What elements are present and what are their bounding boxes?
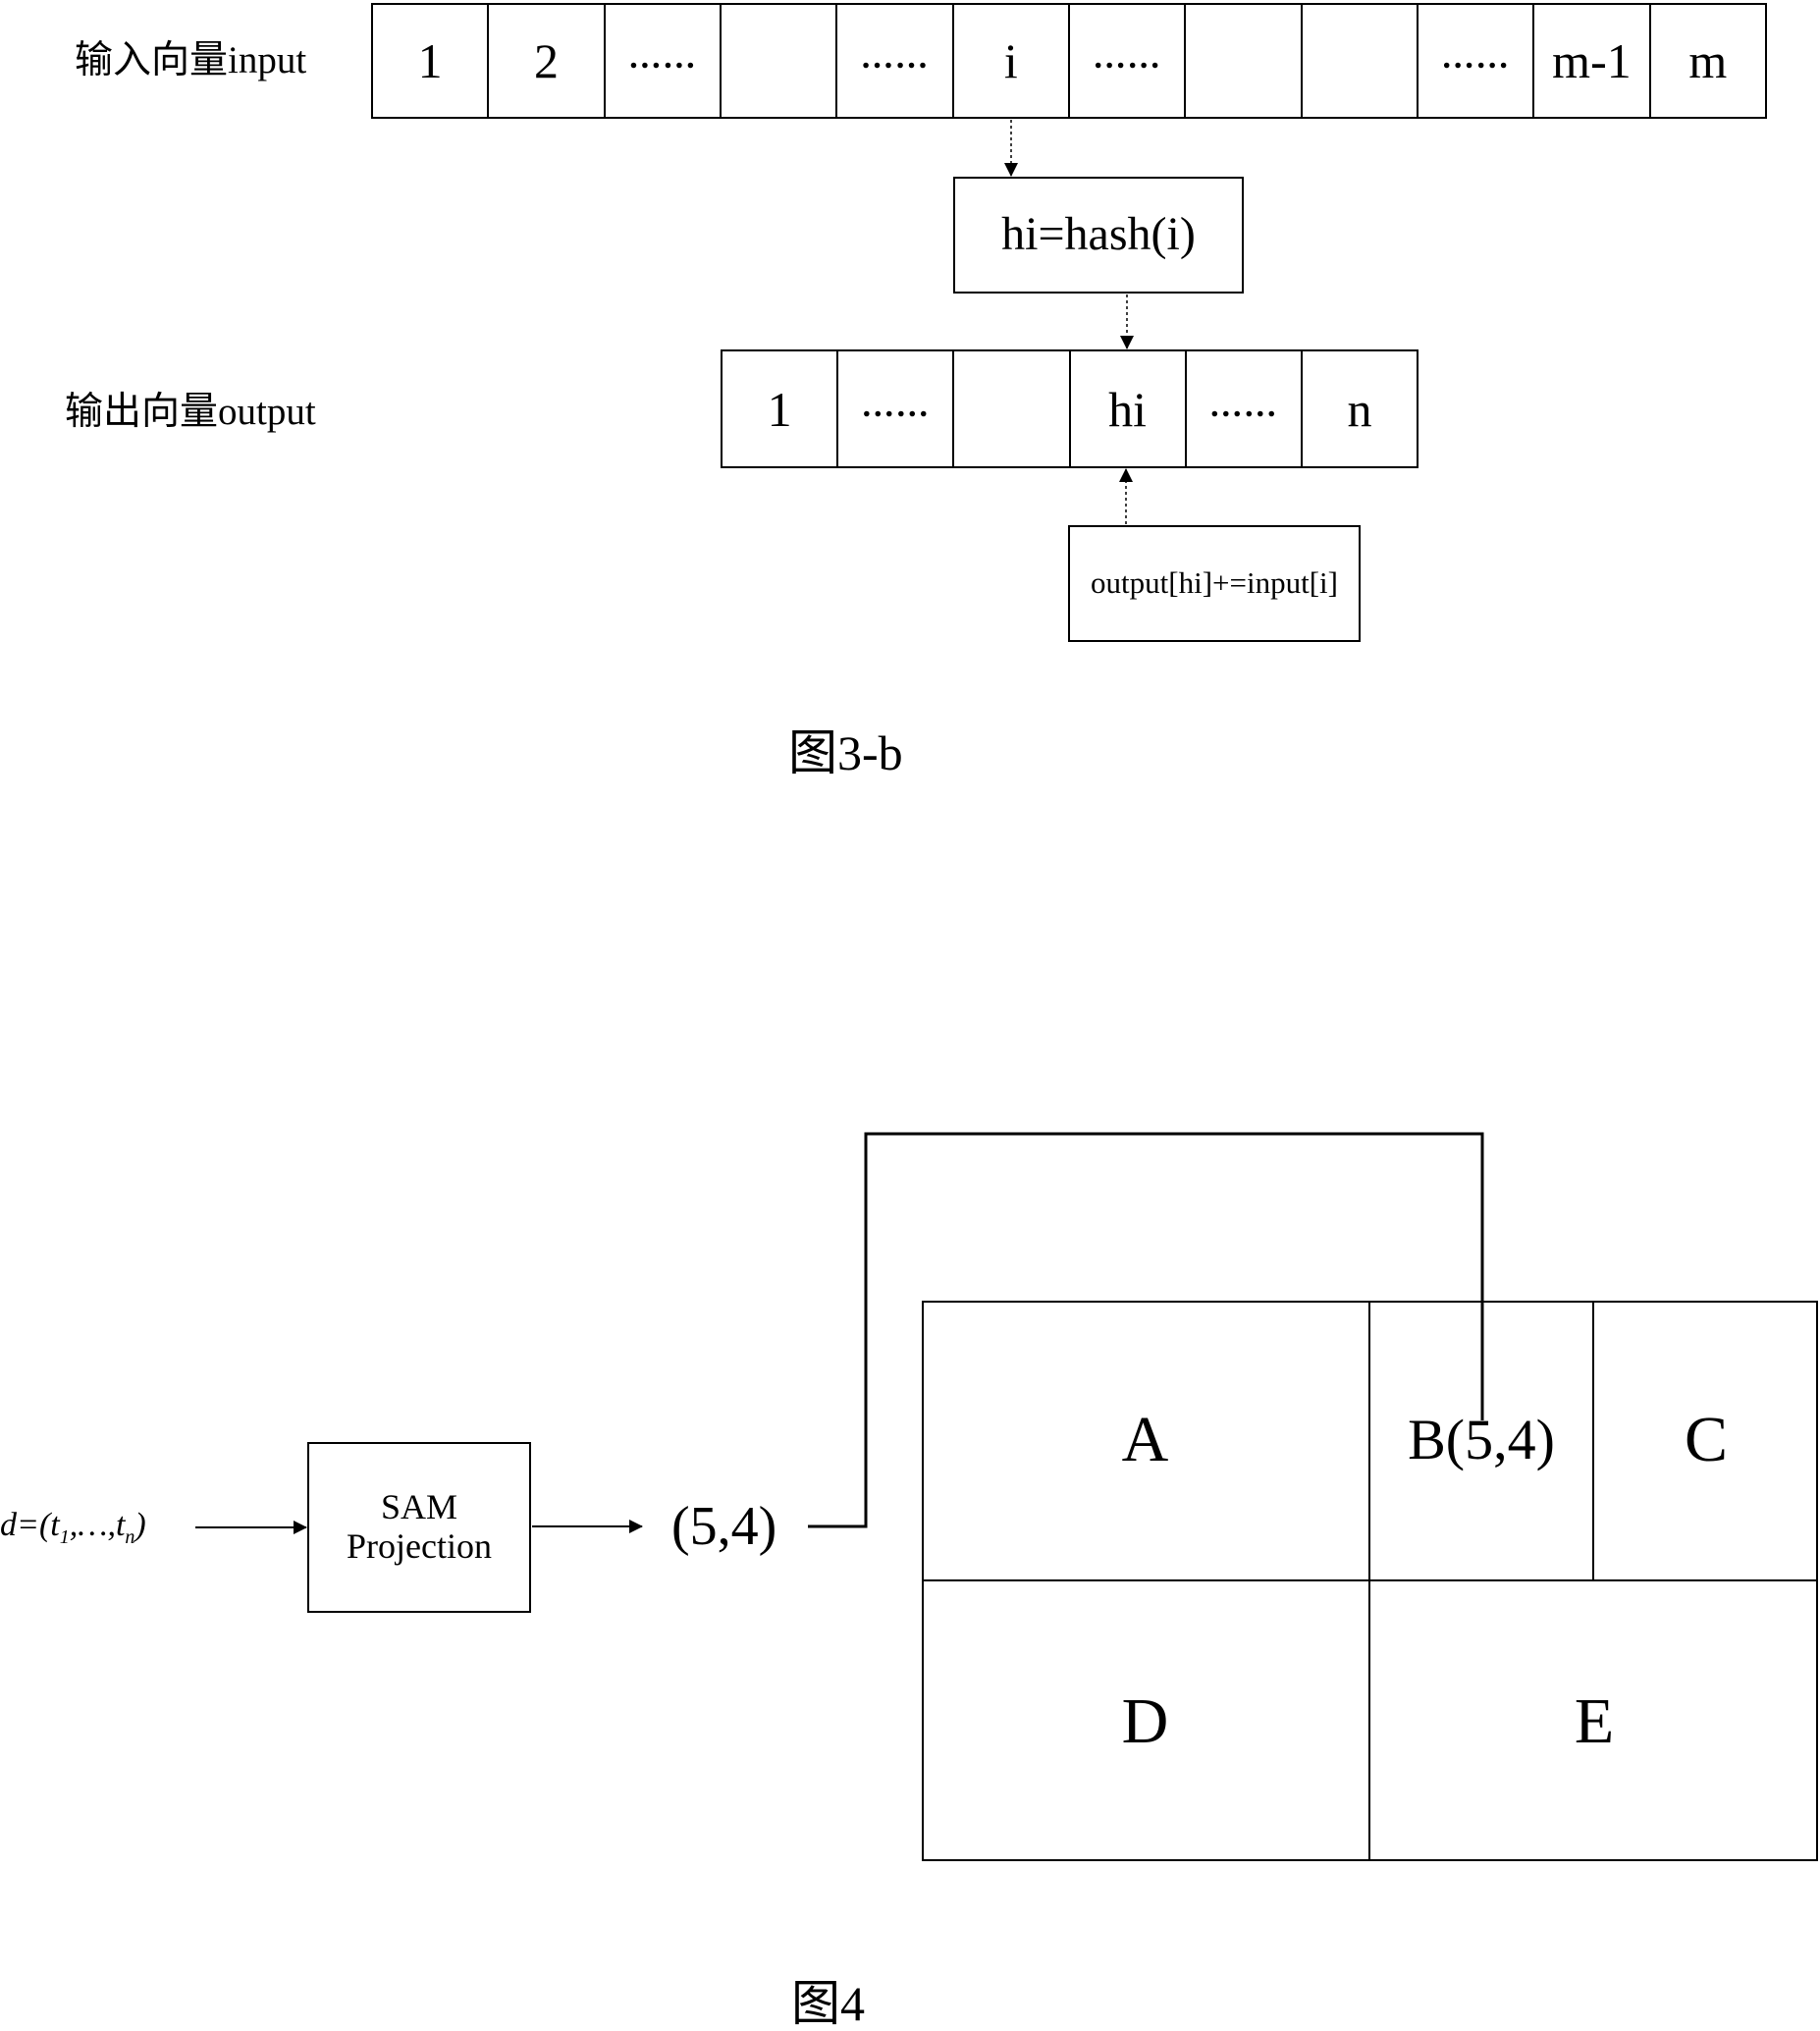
- input-cell: m: [1688, 33, 1728, 88]
- output-cell: [954, 351, 1071, 466]
- input-cell: [1303, 5, 1419, 117]
- input-vector-label: 输入向量input: [75, 39, 307, 81]
- output-vector-label: 输出向量output: [65, 391, 316, 433]
- input-vector: 1 2 …… …… i …… …… m-1 m: [371, 3, 1767, 119]
- input-cell-ellipsis: ……: [606, 5, 722, 117]
- input-cell-i: i: [954, 5, 1070, 117]
- input-cell-ellipsis: ……: [1070, 5, 1187, 117]
- input-cell: [722, 5, 838, 117]
- input-cell: [1186, 5, 1303, 117]
- input-cell: 1: [373, 5, 490, 117]
- region-b-label: B(5,4): [1408, 1408, 1555, 1471]
- region-a-label: A: [1121, 1404, 1169, 1475]
- input-cell-ellipsis: ……: [837, 5, 954, 117]
- accumulate-update-text: output[hi]+=input[i]: [1091, 565, 1338, 601]
- output-cell-ellipsis: ……: [838, 351, 955, 466]
- accumulate-update-box: output[hi]+=input[i]: [1068, 525, 1361, 642]
- region-e: E: [1370, 1581, 1818, 1861]
- region-d: D: [922, 1581, 1370, 1861]
- output-cell-hi: hi: [1071, 351, 1187, 466]
- region-c: C: [1594, 1301, 1818, 1581]
- sam-projection-line2: Projection: [347, 1526, 492, 1566]
- expr-prefix: d=(t: [0, 1507, 60, 1543]
- region-a: A: [922, 1301, 1370, 1581]
- output-cell: 1: [723, 351, 839, 466]
- expr-suffix: ): [134, 1507, 146, 1543]
- region-d-label: D: [1121, 1684, 1169, 1757]
- hash-function-text: hi=hash(i): [1001, 208, 1196, 261]
- region-e-label: E: [1574, 1684, 1615, 1757]
- figure-4-caption: 图4: [791, 1976, 865, 2031]
- hash-function-box: hi=hash(i): [953, 177, 1244, 294]
- input-cell: m-1: [1534, 5, 1651, 117]
- expr-sub-1: 1: [59, 1525, 70, 1548]
- expr-middle: ,…,t: [69, 1507, 126, 1543]
- projected-coordinate: (5,4): [671, 1496, 777, 1557]
- document-vector-expression: d=(t1,…,tn): [0, 1509, 146, 1547]
- region-c-label: C: [1684, 1404, 1729, 1475]
- region-b: B(5,4): [1370, 1301, 1594, 1581]
- figure-3b-caption: 图3-b: [788, 725, 903, 780]
- sam-projection-box: SAM Projection: [307, 1442, 531, 1613]
- expr-sub-n: n: [125, 1525, 135, 1548]
- output-cell: n: [1347, 381, 1372, 437]
- input-cell-ellipsis: ……: [1419, 5, 1535, 117]
- output-cell-ellipsis: ……: [1187, 351, 1303, 466]
- output-vector: 1 …… hi …… n: [721, 349, 1419, 468]
- sam-projection-line1: SAM: [380, 1487, 458, 1527]
- input-cell: 2: [489, 5, 606, 117]
